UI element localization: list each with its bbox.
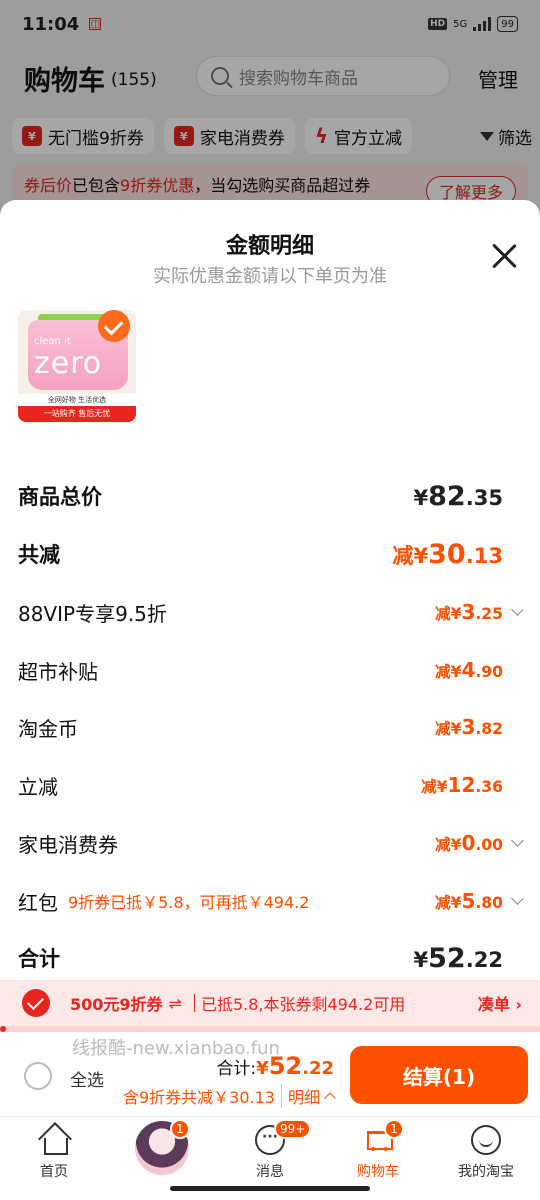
row-instant-discount: 立减 减¥ 12.36 [18, 765, 522, 805]
row-amount: ¥82.35 [413, 480, 503, 512]
checkout-bar: 线报酷-new.xianbao.fun 全选 合计: ¥52.22 含9折券共减… [0, 1032, 540, 1116]
add-items-link[interactable]: 凑单 › [478, 991, 522, 1015]
total-value: ¥52.22 [256, 1052, 334, 1080]
row-red-packet[interactable]: 红包 9折券已抵￥5.8，可再抵￥494.2 减¥ 5.80 [18, 881, 524, 921]
chevron-up-icon [324, 1092, 336, 1104]
detail-toggle[interactable]: 明细 [280, 1084, 336, 1108]
tab-badge: 1 [170, 1119, 190, 1139]
row-total-reduction: 共减 减¥ 30.13 [18, 534, 522, 574]
home-indicator [170, 1186, 370, 1191]
row-amount: 减¥ 3.82 [435, 715, 503, 739]
tab-my-taobao[interactable]: 我的淘宝 [432, 1117, 540, 1200]
total-subline: 含9折券共减￥30.13 明细 [122, 1084, 336, 1108]
row-amount: 减¥ 0.00 [435, 831, 503, 855]
row-supermarket-subsidy: 超市补贴 减¥ 4.90 [18, 650, 522, 690]
checkout-button[interactable]: 结算(1) [350, 1046, 528, 1104]
row-taojinbi: 淘金币 减¥ 3.82 [18, 707, 522, 747]
close-button[interactable] [490, 242, 518, 270]
row-label: 家电消费券 [18, 832, 118, 857]
chevron-down-icon [511, 891, 524, 905]
overlay-dim[interactable] [0, 0, 540, 220]
amount-detail-sheet: 金额明细 实际优惠金额请以下单页为准 clean it zero 全网好物 生活… [0, 200, 540, 980]
product-band-text: 一站购齐 售后无忧 [18, 406, 136, 422]
tab-label: 购物车 [357, 1164, 399, 1180]
row-label: 合计 [18, 947, 60, 971]
product-band-text: 全网好物 生活优选 [18, 394, 136, 406]
sheet-title: 金额明细 [225, 234, 314, 259]
tab-label: 我的淘宝 [458, 1164, 514, 1180]
divider [193, 994, 195, 1012]
tab-badge: 99+ [274, 1119, 312, 1139]
coupon-check-icon[interactable] [22, 989, 50, 1017]
product-brand: zero [34, 346, 103, 381]
coupon-bar[interactable]: 500元9折券 ⇌ 已抵5.8,本张券剩494.2可用 凑单 › [0, 980, 540, 1026]
row-amount: 减¥ 30.13 [392, 538, 503, 570]
total-label: 合计: [216, 1059, 257, 1079]
chevron-down-icon [511, 833, 524, 847]
swap-icon[interactable]: ⇌ [169, 994, 182, 1013]
row-88vip[interactable]: 88VIP专享9.5折 减¥ 3.25 [18, 592, 524, 632]
row-amount: 减¥ 3.25 [435, 600, 503, 624]
select-all-label[interactable]: 全选 [70, 1066, 104, 1091]
row-label: 88VIP专享9.5折 [18, 601, 167, 626]
sheet-subtitle: 实际优惠金额请以下单页为准 [153, 266, 387, 287]
row-amount: 减¥ 4.90 [435, 658, 503, 682]
coupon-name: 500元9折券 [70, 995, 163, 1014]
row-amount: 减¥ 12.36 [421, 773, 503, 797]
row-label: 超市补贴 [18, 659, 98, 684]
row-note: 9折券已抵￥5.8，可再抵￥494.2 [68, 893, 310, 912]
row-appliance-coupon[interactable]: 家电消费券 减¥ 0.00 [18, 823, 524, 863]
row-label: 商品总价 [18, 485, 102, 509]
row-amount: ¥52.22 [413, 942, 503, 974]
row-label: 红包 [18, 890, 58, 915]
product-selected-check-icon[interactable] [98, 310, 130, 342]
select-all-radio[interactable] [24, 1062, 52, 1090]
tab-home[interactable]: 首页 [0, 1117, 108, 1200]
total-price: 合计: ¥52.22 [216, 1052, 334, 1080]
chevron-down-icon [511, 602, 524, 616]
tab-label: 消息 [256, 1164, 284, 1180]
row-label: 共减 [18, 543, 60, 567]
row-goods-total: 商品总价 ¥82.35 [18, 476, 522, 516]
home-icon [39, 1125, 69, 1155]
tab-badge: 1 [384, 1119, 404, 1139]
row-amount: 减¥ 5.80 [435, 889, 503, 913]
total-discount-text: 含9折券共减￥30.13 [122, 1088, 275, 1107]
coupon-usage: 已抵5.8,本张券剩494.2可用 [200, 995, 406, 1014]
tab-label: 首页 [40, 1164, 68, 1180]
row-sum: 合计 ¥52.22 [18, 938, 522, 978]
row-label: 立减 [18, 774, 58, 799]
smile-icon [471, 1125, 501, 1155]
row-label: 淘金币 [18, 716, 78, 741]
